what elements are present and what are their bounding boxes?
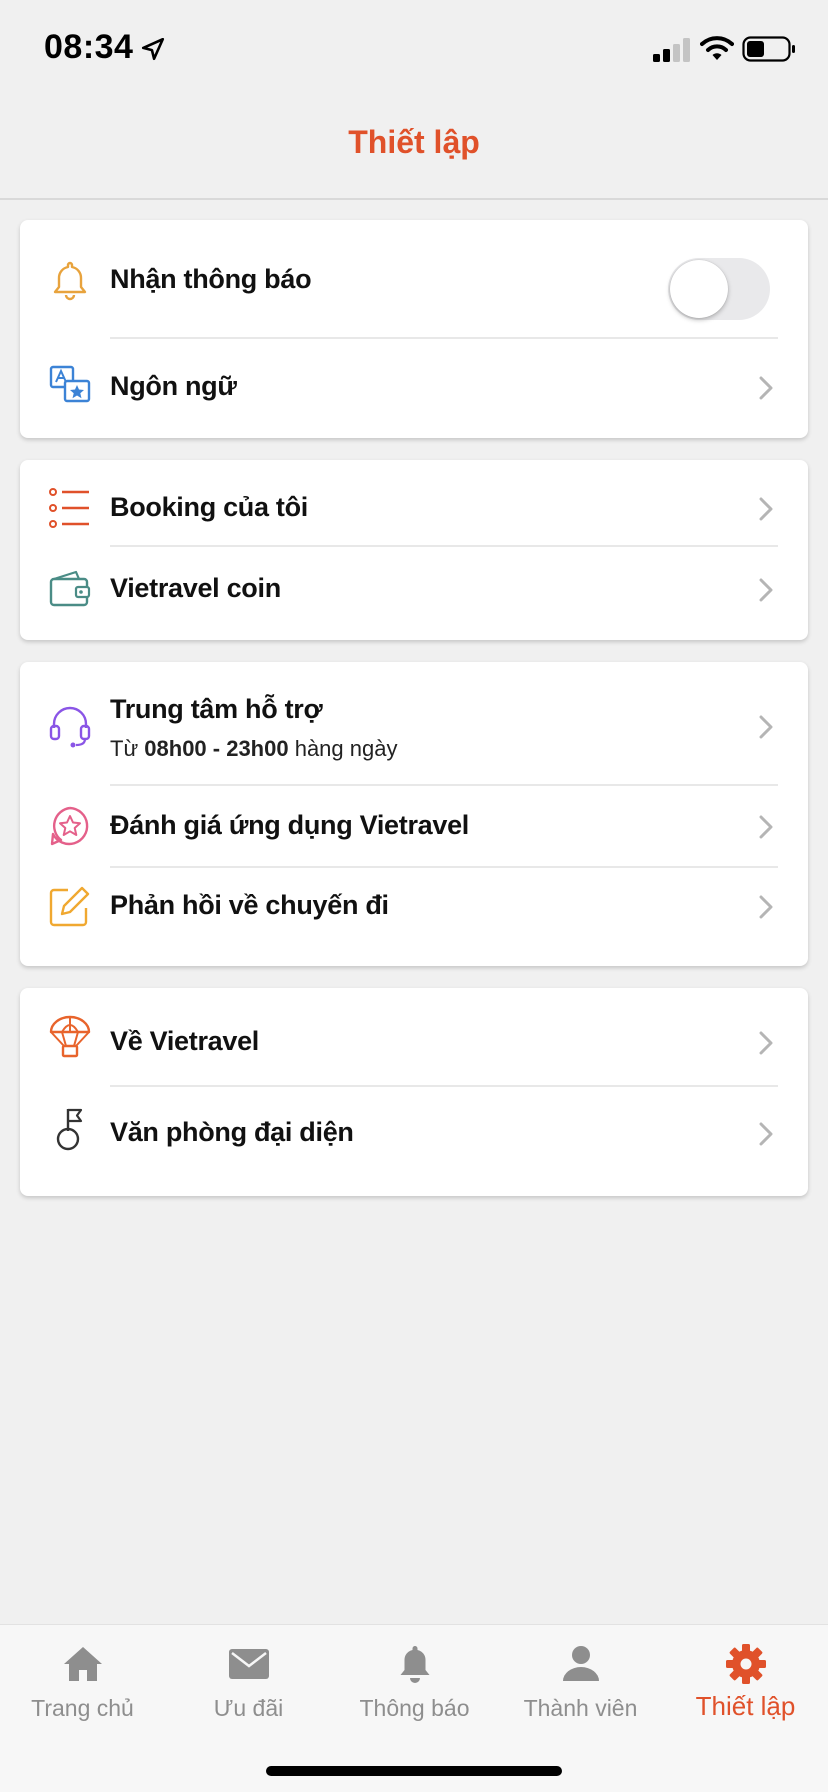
chevron-right-icon <box>759 497 773 521</box>
settings-item-label: Nhận thông báo <box>110 264 312 294</box>
page-title: Thiết lập <box>348 124 480 160</box>
tab-settings[interactable]: Thiết lập <box>663 1625 828 1735</box>
settings-item-about-vietravel[interactable]: Về Vietravel <box>20 988 808 1086</box>
settings-item-language[interactable]: Ngôn ngữ <box>20 339 808 438</box>
tab-home[interactable]: Trang chủ <box>0 1625 165 1735</box>
nav-header: Thiết lập <box>0 100 828 200</box>
tab-notifications[interactable]: Thông báo <box>332 1625 497 1735</box>
settings-item-label: Booking của tôi <box>110 492 309 522</box>
chevron-right-icon <box>759 578 773 602</box>
settings-item-trip-feedback[interactable]: Phản hồi về chuyến đi <box>20 868 808 966</box>
notifications-toggle[interactable] <box>668 258 770 320</box>
balloon-icon <box>49 1015 91 1058</box>
chevron-right-icon <box>759 1122 773 1146</box>
language-icon <box>49 365 91 403</box>
wifi-icon <box>700 36 734 60</box>
bell-icon <box>53 261 87 301</box>
chevron-right-icon <box>759 376 773 400</box>
tab-label: Trang chủ <box>31 1695 134 1721</box>
settings-item-support-center[interactable]: Trung tâm hỗ trợ Từ 08h00 - 23h00 hàng n… <box>20 662 808 784</box>
list-icon <box>49 488 89 528</box>
star-icon <box>50 806 89 846</box>
chevron-right-icon <box>759 1031 773 1055</box>
tab-label: Thông báo <box>359 1695 470 1721</box>
edit-icon <box>49 886 90 927</box>
home-indicator <box>266 1766 562 1776</box>
settings-item-rate-app[interactable]: Đánh giá ứng dụng Vietravel <box>20 786 808 866</box>
settings-item-label: Ngôn ngữ <box>110 371 237 401</box>
support-hours: Từ 08h00 - 23h00 hàng ngày <box>110 736 397 762</box>
chevron-right-icon <box>759 895 773 919</box>
tab-offers[interactable]: Ưu đãi <box>166 1625 331 1735</box>
settings-item-label: Phản hồi về chuyến đi <box>110 890 389 920</box>
tab-label: Thiết lập <box>695 1691 796 1721</box>
settings-card-about: Về Vietravel Văn phòng đại diện <box>20 988 808 1196</box>
settings-item-representative-offices[interactable]: Văn phòng đại diện <box>20 1087 808 1196</box>
gear-icon <box>726 1644 766 1684</box>
settings-card-support: Trung tâm hỗ trợ Từ 08h00 - 23h00 hàng n… <box>20 662 808 966</box>
location-arrow-icon <box>141 37 165 61</box>
tab-label: Thành viên <box>523 1695 638 1721</box>
bell-icon <box>400 1646 430 1683</box>
flag-icon <box>56 1108 83 1151</box>
support-hours-range: 08h00 - 23h00 <box>144 736 289 761</box>
settings-item-vietravel-coin[interactable]: Vietravel coin <box>20 547 808 640</box>
settings-item-notifications: Nhận thông báo <box>20 220 808 338</box>
support-hours-prefix: Từ <box>110 736 145 761</box>
mail-icon <box>229 1649 269 1679</box>
settings-item-label: Văn phòng đại diện <box>110 1117 354 1147</box>
battery-icon <box>742 36 795 62</box>
settings-item-label: Về Vietravel <box>110 1026 260 1056</box>
toggle-knob <box>670 260 728 318</box>
settings-item-my-booking[interactable]: Booking của tôi <box>20 460 808 546</box>
cellular-signal-icon <box>653 38 690 62</box>
status-time: 08:34 <box>44 28 134 66</box>
chevron-right-icon <box>759 715 773 739</box>
status-bar: 08:34 <box>0 0 828 100</box>
settings-card-booking-coin: Booking của tôi Vietravel coin <box>20 460 808 640</box>
settings-item-label: Vietravel coin <box>110 573 281 603</box>
user-icon <box>563 1646 599 1681</box>
settings-item-label: Đánh giá ứng dụng Vietravel <box>110 810 470 840</box>
settings-card-notifications-language: Nhận thông báo Ngôn ngữ <box>20 220 808 438</box>
tab-members[interactable]: Thành viên <box>498 1625 663 1735</box>
wallet-icon <box>49 570 91 607</box>
home-icon <box>64 1647 102 1681</box>
settings-item-label: Trung tâm hỗ trợ <box>110 694 323 724</box>
tab-label: Ưu đãi <box>213 1695 284 1721</box>
support-hours-suffix: hàng ngày <box>288 736 398 761</box>
chevron-right-icon <box>759 815 773 839</box>
headset-icon <box>49 706 91 748</box>
